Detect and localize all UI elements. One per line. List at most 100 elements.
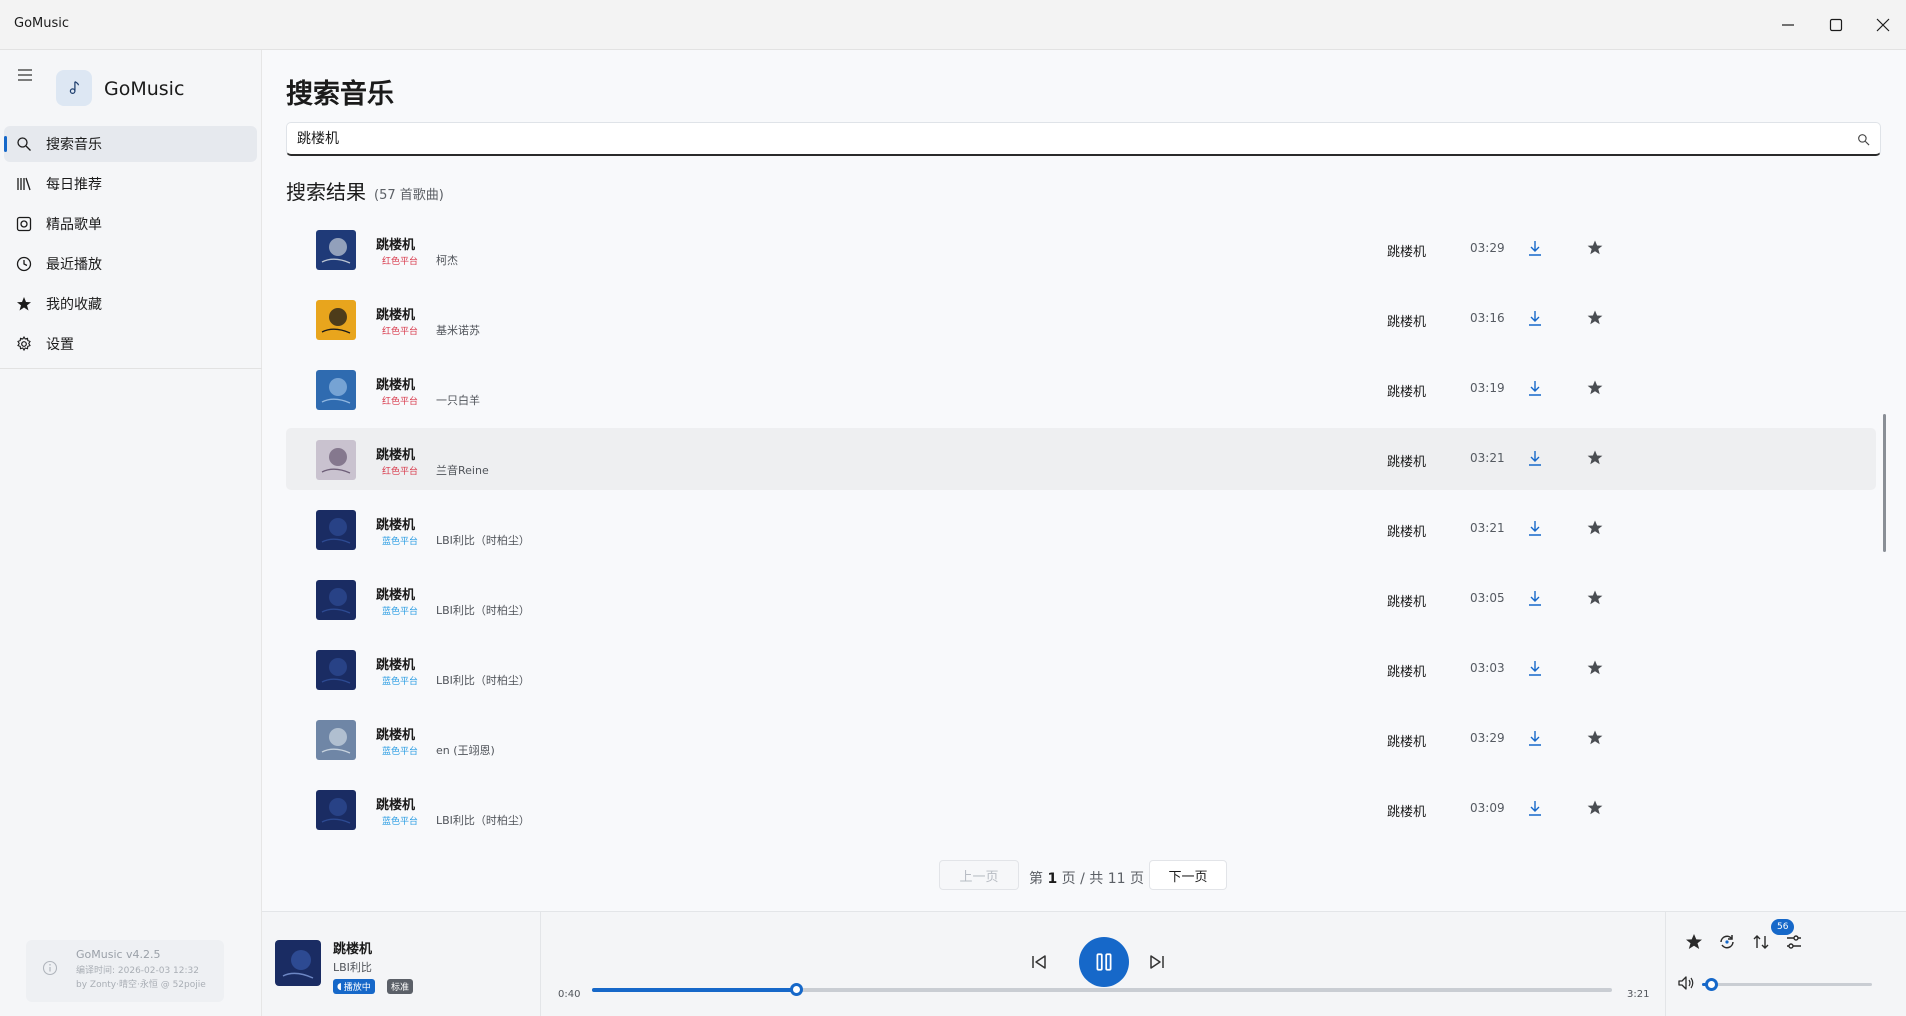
download-icon[interactable] — [1526, 309, 1544, 327]
repeat-icon[interactable] — [1717, 932, 1737, 952]
pagination: 上一页 第 1 页 / 共 11 页 下一页 — [262, 858, 1906, 890]
song-cover[interactable] — [316, 440, 356, 480]
song-cover[interactable] — [316, 650, 356, 690]
song-duration: 03:21 — [1470, 451, 1505, 465]
download-icon[interactable] — [1526, 659, 1544, 677]
download-icon[interactable] — [1526, 239, 1544, 257]
song-row[interactable]: 跳楼机 蓝色平台 LBI利比（时柏尘） 跳楼机 03:21 — [286, 498, 1876, 560]
pause-button[interactable] — [1079, 937, 1129, 987]
maximize-icon — [1829, 18, 1843, 32]
prev-page-button[interactable]: 上一页 — [939, 860, 1019, 890]
platform-tag: 蓝色平台 — [382, 677, 419, 687]
song-artist[interactable]: 柯杰 — [436, 252, 458, 268]
song-album[interactable]: 跳楼机 — [1387, 381, 1426, 400]
song-artist[interactable]: 兰音Reine — [436, 462, 489, 478]
playlist-queue-icon[interactable] — [1751, 932, 1771, 952]
song-list[interactable]: 跳楼机 红色平台 柯杰 跳楼机 03:29 跳楼机 红色平台 基米诺苏 跳楼机 03:16 跳楼机红… — [286, 208, 1886, 850]
song-row[interactable]: 跳楼机 红色平台 兰音Reine 跳楼机 03:21 — [286, 428, 1876, 490]
song-title[interactable]: 跳楼机 — [376, 584, 415, 603]
song-cover[interactable] — [316, 370, 356, 410]
close-icon — [1876, 18, 1890, 32]
song-artist[interactable]: 基米诺苏 — [436, 322, 480, 338]
song-title[interactable]: 跳楼机 — [376, 794, 415, 813]
download-icon[interactable] — [1526, 799, 1544, 817]
song-title[interactable]: 跳楼机 — [376, 234, 415, 253]
song-cover[interactable] — [316, 300, 356, 340]
scrollbar[interactable] — [1883, 414, 1886, 552]
download-icon[interactable] — [1526, 519, 1544, 537]
now-playing-cover[interactable] — [275, 940, 321, 986]
song-artist[interactable]: LBI利比（时柏尘） — [436, 602, 530, 618]
song-artist[interactable]: 一只白羊 — [436, 392, 480, 408]
song-artist[interactable]: en (王翊恩) — [436, 742, 495, 758]
song-artist[interactable]: LBI利比（时柏尘） — [436, 532, 530, 548]
favorite-star-icon[interactable] — [1586, 659, 1604, 677]
song-album[interactable]: 跳楼机 — [1387, 591, 1426, 610]
song-row[interactable]: 跳楼机 红色平台 一只白羊 跳楼机 03:19 — [286, 358, 1876, 420]
song-row[interactable]: 跳楼机 蓝色平台 LBI利比（时柏尘） 跳楼机 03:05 — [286, 568, 1876, 630]
song-title[interactable]: 跳楼机 — [376, 514, 415, 533]
quality-badge[interactable]: 标准 — [387, 979, 414, 994]
favorite-star-icon[interactable] — [1586, 449, 1604, 467]
favorite-star-icon[interactable] — [1586, 799, 1604, 817]
song-cover[interactable] — [316, 720, 356, 760]
download-icon[interactable] — [1526, 729, 1544, 747]
sidebar-item-daily[interactable]: 每日推荐 — [4, 166, 257, 202]
song-cover[interactable] — [316, 230, 356, 270]
song-album[interactable]: 跳楼机 — [1387, 731, 1426, 750]
song-duration: 03:29 — [1470, 241, 1505, 255]
favorite-star-icon[interactable] — [1586, 729, 1604, 747]
download-icon[interactable] — [1526, 379, 1544, 397]
song-title[interactable]: 跳楼机 — [376, 374, 415, 393]
minimize-button[interactable] — [1765, 0, 1811, 50]
song-cover[interactable] — [316, 790, 356, 830]
song-album[interactable]: 跳楼机 — [1387, 241, 1426, 260]
search-box[interactable] — [286, 122, 1881, 156]
song-album[interactable]: 跳楼机 — [1387, 521, 1426, 540]
search-icon[interactable] — [1857, 133, 1870, 146]
favorite-star-icon[interactable] — [1586, 589, 1604, 607]
song-row[interactable]: 跳楼机 红色平台 柯杰 跳楼机 03:29 — [286, 218, 1876, 280]
song-cover[interactable] — [316, 510, 356, 550]
song-title[interactable]: 跳楼机 — [376, 444, 415, 463]
volume-slider[interactable] — [1702, 978, 1872, 991]
song-album[interactable]: 跳楼机 — [1387, 451, 1426, 470]
search-input[interactable] — [297, 130, 1817, 146]
sidebar-item-recent[interactable]: 最近播放 — [4, 246, 257, 282]
song-row[interactable]: 跳楼机 蓝色平台 LBI利比（时柏尘） 跳楼机 03:09 — [286, 778, 1876, 840]
song-artist[interactable]: LBI利比（时柏尘） — [436, 672, 530, 688]
sidebar-item-favorites[interactable]: 我的收藏 — [4, 286, 257, 322]
next-track-icon[interactable] — [1145, 950, 1169, 974]
download-icon[interactable] — [1526, 589, 1544, 607]
favorite-star-icon[interactable] — [1586, 519, 1604, 537]
favorite-star-icon[interactable] — [1586, 379, 1604, 397]
close-button[interactable] — [1860, 0, 1906, 50]
sidebar-item-settings[interactable]: 设置 — [4, 326, 257, 362]
progress-bar[interactable] — [592, 983, 1612, 996]
song-artist[interactable]: LBI利比（时柏尘） — [436, 812, 530, 828]
equalizer-icon[interactable] — [1784, 932, 1804, 952]
progress-handle[interactable] — [790, 983, 803, 996]
hamburger-menu-icon[interactable] — [16, 66, 34, 84]
song-album[interactable]: 跳楼机 — [1387, 801, 1426, 820]
song-row[interactable]: 跳楼机 蓝色平台 LBI利比（时柏尘） 跳楼机 03:03 — [286, 638, 1876, 700]
sidebar-item-playlists[interactable]: 精品歌单 — [4, 206, 257, 242]
maximize-button[interactable] — [1813, 0, 1859, 50]
song-row[interactable]: 跳楼机 红色平台 基米诺苏 跳楼机 03:16 — [286, 288, 1876, 350]
previous-track-icon[interactable] — [1027, 950, 1051, 974]
favorite-star-icon[interactable] — [1586, 309, 1604, 327]
sidebar-item-search[interactable]: 搜索音乐 — [4, 126, 257, 162]
song-row[interactable]: 跳楼机 蓝色平台 en (王翊恩) 跳楼机 03:29 — [286, 708, 1876, 770]
volume-handle[interactable] — [1704, 978, 1718, 991]
favorite-star-icon[interactable] — [1586, 239, 1604, 257]
next-page-button[interactable]: 下一页 — [1149, 860, 1227, 890]
song-album[interactable]: 跳楼机 — [1387, 311, 1426, 330]
download-icon[interactable] — [1526, 449, 1544, 467]
song-title[interactable]: 跳楼机 — [376, 724, 415, 743]
volume-icon[interactable] — [1677, 974, 1695, 992]
song-album[interactable]: 跳楼机 — [1387, 661, 1426, 680]
song-title[interactable]: 跳楼机 — [376, 654, 415, 673]
favorite-icon[interactable] — [1684, 932, 1704, 952]
song-title[interactable]: 跳楼机 — [376, 304, 415, 323]
song-cover[interactable] — [316, 580, 356, 620]
